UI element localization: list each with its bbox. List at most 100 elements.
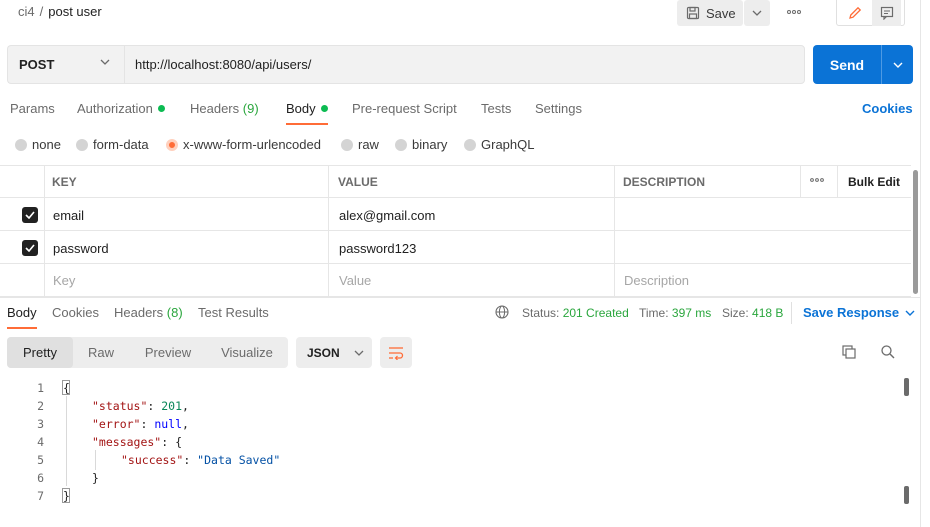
radio-icon (76, 138, 88, 151)
table-header-row (0, 165, 911, 198)
tab-body[interactable]: Body (286, 101, 328, 116)
param-value[interactable]: alex@gmail.com (339, 208, 435, 223)
chevron-down-icon (893, 62, 903, 68)
tab-tests[interactable]: Tests (481, 101, 511, 116)
code-line[interactable]: } (92, 471, 99, 485)
json-key: "error" (92, 417, 141, 431)
code-line[interactable]: "messages": { (92, 435, 182, 449)
code-line[interactable]: "error": null, (92, 417, 189, 431)
description-input-placeholder[interactable]: Description (624, 273, 689, 288)
radio-icon (341, 138, 353, 151)
body-type-label: GraphQL (481, 137, 535, 152)
view-pretty-button[interactable]: Pretty (7, 337, 73, 368)
time-label: Time: (639, 306, 669, 320)
response-tab-test-results[interactable]: Test Results (198, 305, 269, 320)
key-input-placeholder[interactable]: Key (53, 273, 75, 288)
tab-params[interactable]: Params (10, 101, 55, 116)
tab-headers-count: (9) (242, 101, 259, 116)
save-options-button[interactable] (744, 0, 770, 26)
active-tab-indicator (7, 327, 37, 329)
radio-icon (15, 138, 27, 151)
send-button[interactable]: Send (813, 45, 881, 84)
save-response-label: Save Response (803, 305, 900, 320)
response-tab-headers[interactable]: Headers (8) (114, 305, 183, 320)
scrollbar[interactable] (904, 378, 909, 396)
wrap-icon (388, 346, 404, 360)
request-name[interactable]: post user (48, 4, 101, 19)
row-checkbox[interactable] (22, 240, 38, 256)
comments-button[interactable] (872, 0, 901, 26)
body-type-none[interactable]: none (15, 137, 61, 152)
method-label: POST (19, 57, 55, 72)
chevron-down-icon (905, 310, 915, 316)
body-type-label: x-www-form-urlencoded (183, 137, 321, 152)
breadcrumb-collection[interactable]: ci4 (18, 4, 35, 19)
line-number: 7 (37, 489, 44, 503)
table-options-button[interactable] (810, 178, 824, 182)
body-type-form-data[interactable]: form-data (76, 137, 149, 152)
line-number: 4 (37, 435, 44, 449)
body-type-label: raw (358, 137, 379, 152)
save-button[interactable]: Save (677, 0, 743, 26)
wrap-lines-button[interactable] (380, 337, 412, 368)
pane-divider[interactable] (0, 297, 920, 298)
view-raw-button[interactable]: Raw (78, 337, 124, 368)
send-options-button[interactable] (881, 45, 913, 84)
body-type-graphql[interactable]: GraphQL (464, 137, 534, 152)
scrollbar[interactable] (913, 170, 918, 294)
body-type-binary[interactable]: binary (395, 137, 447, 152)
line-number: 1 (37, 381, 44, 395)
tab-prerequest-script[interactable]: Pre-request Script (352, 101, 457, 116)
table-row-empty (0, 264, 911, 297)
view-visualize-button[interactable]: Visualize (212, 337, 282, 368)
param-value[interactable]: password123 (339, 241, 416, 256)
column-divider (44, 165, 45, 297)
chevron-down-icon (354, 350, 364, 356)
code-line[interactable]: { (63, 381, 70, 395)
column-header-description: DESCRIPTION (623, 175, 706, 189)
line-number: 5 (37, 453, 44, 467)
globe-icon[interactable] (495, 305, 509, 319)
url-input[interactable]: http://localhost:8080/api/users/ (124, 45, 805, 84)
tab-settings[interactable]: Settings (535, 101, 582, 116)
response-tab-headers-count: (8) (166, 305, 183, 320)
response-size[interactable]: Size: 418 B (722, 306, 783, 320)
scrollbar[interactable] (904, 486, 909, 504)
size-label: Size: (722, 306, 749, 320)
view-preview-button[interactable]: Preview (136, 337, 200, 368)
json-string: "Data Saved" (197, 453, 281, 467)
code-line[interactable]: "status": 201, (92, 399, 189, 413)
body-type-urlencoded[interactable]: x-www-form-urlencoded (166, 137, 321, 152)
cookies-link[interactable]: Cookies (862, 101, 913, 116)
response-tab-headers-label: Headers (114, 305, 164, 320)
row-checkbox[interactable] (22, 207, 38, 223)
search-icon[interactable] (880, 344, 896, 360)
code-line[interactable]: } (63, 489, 70, 503)
table-row (0, 231, 911, 264)
indent-guide (95, 450, 96, 470)
response-tab-body[interactable]: Body (7, 305, 37, 320)
body-type-raw[interactable]: raw (341, 137, 379, 152)
breadcrumb-separator: / (39, 4, 44, 19)
time-value: 397 ms (671, 306, 712, 320)
save-response-button[interactable]: Save Response (803, 305, 915, 320)
copy-icon[interactable] (841, 344, 857, 360)
tab-headers[interactable]: Headers (9) (190, 101, 259, 116)
value-input-placeholder[interactable]: Value (339, 273, 371, 288)
format-select[interactable]: JSON (296, 337, 372, 368)
param-key[interactable]: password (53, 241, 109, 256)
panel-border (920, 0, 921, 527)
status-value: 201 Created (562, 306, 629, 320)
response-time[interactable]: Time: 397 ms (639, 306, 711, 320)
code-line[interactable]: "success": "Data Saved" (121, 453, 280, 467)
more-options-button[interactable] (782, 2, 806, 22)
edit-button[interactable] (840, 0, 869, 26)
save-icon (686, 6, 700, 20)
param-key[interactable]: email (53, 208, 84, 223)
bulk-edit-button[interactable]: Bulk Edit (848, 175, 900, 189)
active-tab-indicator (286, 123, 328, 125)
response-tab-cookies[interactable]: Cookies (52, 305, 99, 320)
tab-authorization[interactable]: Authorization (77, 101, 165, 116)
line-number: 6 (37, 471, 44, 485)
response-status[interactable]: Status: 201 Created (522, 306, 629, 320)
